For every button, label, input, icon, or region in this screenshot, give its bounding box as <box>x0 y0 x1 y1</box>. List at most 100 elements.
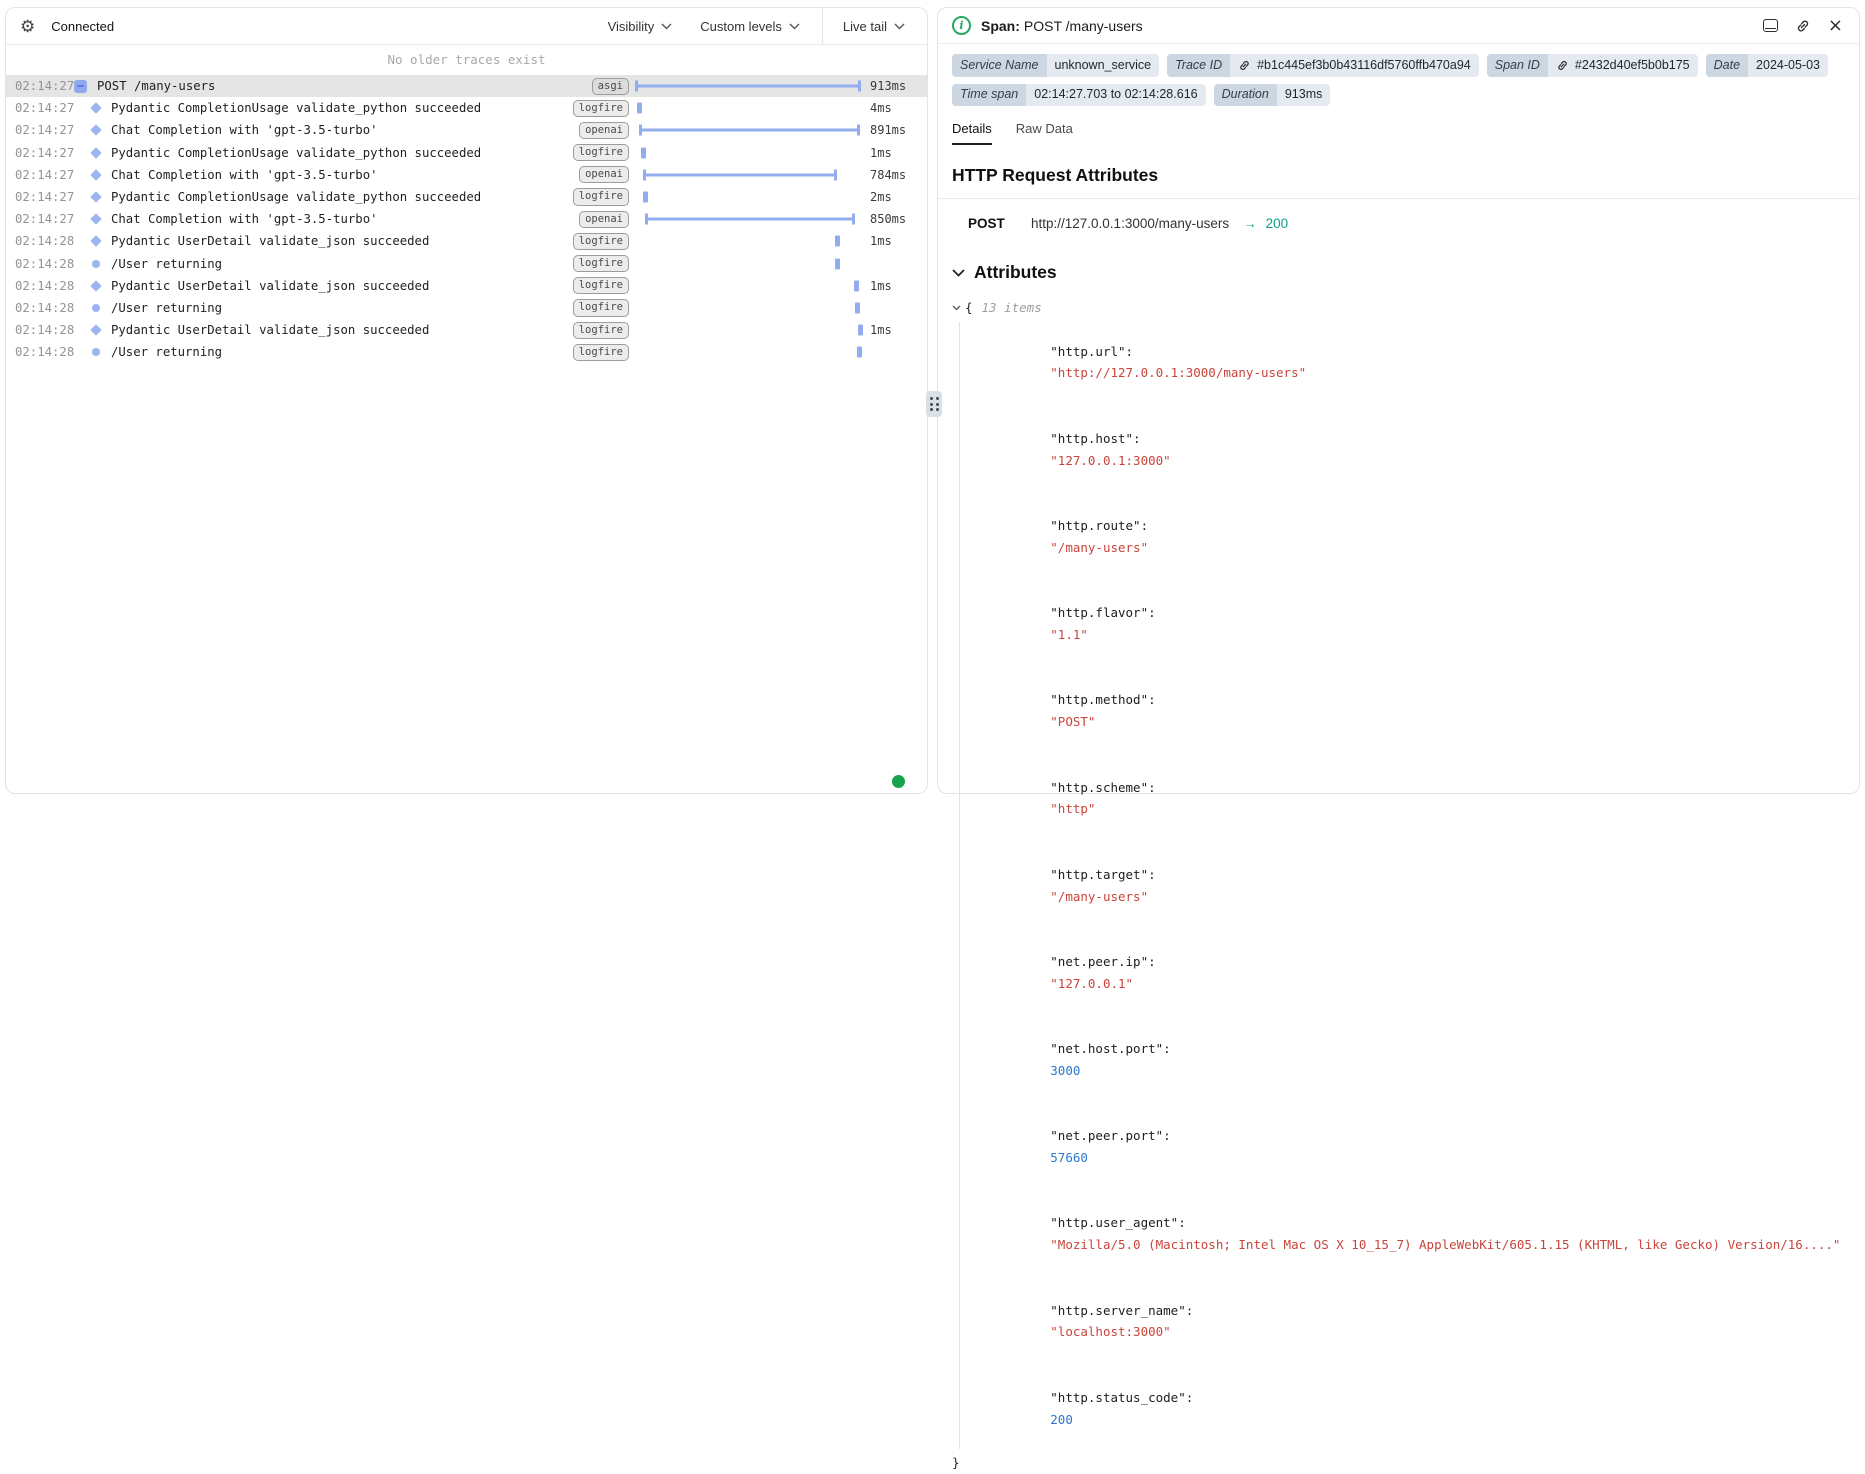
trace-label: Chat Completion with 'gpt-3.5-turbo' <box>102 212 577 226</box>
panel-resize-handle[interactable] <box>926 391 942 417</box>
trace-timeline <box>635 275 861 297</box>
scope-tag[interactable]: openai <box>579 166 629 183</box>
attributes-json-viewer: { 13 items "http.url": "http://127.0.0.1… <box>952 297 1845 1474</box>
live-tail-dropdown[interactable]: Live tail <box>823 8 927 44</box>
meta-badge: Duration 913ms <box>1214 84 1331 107</box>
json-value: "localhost:3000" <box>1050 1324 1170 1339</box>
trace-tag-col: logfire <box>577 100 629 117</box>
trace-label: /User returning <box>102 301 577 315</box>
scope-tag[interactable]: logfire <box>573 144 629 161</box>
custom-levels-dropdown[interactable]: Custom levels <box>700 19 800 34</box>
trace-row[interactable]: 02:14:28 /User returning logfire <box>6 341 927 363</box>
visibility-dropdown[interactable]: Visibility <box>608 19 673 34</box>
json-entry: "http.status_code": 200 <box>975 1365 1845 1452</box>
json-key: "http.flavor": <box>1050 605 1155 620</box>
json-value: 200 <box>1050 1412 1073 1427</box>
trace-label: Pydantic CompletionUsage validate_python… <box>102 190 577 204</box>
trace-row[interactable]: 02:14:27 Pydantic CompletionUsage valida… <box>6 97 927 119</box>
attributes-section-toggle[interactable]: Attributes <box>952 262 1859 283</box>
badge-value-text: 02:14:27.703 to 02:14:28.616 <box>1034 86 1197 104</box>
json-value: "POST" <box>1050 714 1095 729</box>
chevron-down-icon[interactable] <box>952 305 961 311</box>
scope-tag[interactable]: logfire <box>573 299 629 316</box>
trace-row[interactable]: 02:14:27 Chat Completion with 'gpt-3.5-t… <box>6 208 927 230</box>
http-method: POST <box>968 216 1031 231</box>
trace-time: 02:14:28 <box>6 257 66 271</box>
detail-tab[interactable]: Raw Data <box>1016 121 1073 145</box>
trace-duration: 1ms <box>861 323 927 337</box>
span-kind-icon <box>92 304 100 312</box>
trace-duration: 4ms <box>861 101 927 115</box>
trace-label: Pydantic UserDetail validate_json succee… <box>102 279 577 293</box>
trace-row[interactable]: 02:14:28 Pydantic UserDetail validate_js… <box>6 230 927 252</box>
trace-tag-col: openai <box>577 122 629 139</box>
trace-label: /User returning <box>102 257 577 271</box>
badge-value-text: 2024-05-03 <box>1756 57 1820 75</box>
trace-icon-wrap <box>66 326 102 334</box>
trace-duration: 850ms <box>861 212 927 226</box>
dock-panel-icon[interactable] <box>1763 19 1778 32</box>
trace-time: 02:14:27 <box>6 212 66 226</box>
detail-tab[interactable]: Details <box>952 121 992 145</box>
json-value: "/many-users" <box>1050 540 1148 555</box>
badge-value: #2432d40ef5b0b175 <box>1548 54 1698 77</box>
trace-row[interactable]: 02:14:27 Pydantic CompletionUsage valida… <box>6 186 927 208</box>
trace-row[interactable]: 02:14:27 Chat Completion with 'gpt-3.5-t… <box>6 164 927 186</box>
span-kind-icon <box>90 280 101 291</box>
scope-tag[interactable]: logfire <box>573 322 629 339</box>
span-meta-badges: Service Name unknown_service Trace ID #b… <box>938 44 1859 106</box>
scope-tag[interactable]: logfire <box>573 344 629 361</box>
scope-tag[interactable]: logfire <box>573 277 629 294</box>
scope-tag[interactable]: logfire <box>573 255 629 272</box>
json-entry: "http.flavor": "1.1" <box>975 580 1845 667</box>
trace-tag-col: logfire <box>577 144 629 161</box>
badge-label: Span ID <box>1487 54 1548 77</box>
trace-row[interactable]: 02:14:27 POST /many-users asgi 913ms <box>6 75 927 97</box>
span-kind-icon <box>92 260 100 268</box>
trace-tag-col: logfire <box>577 233 629 250</box>
span-kind-icon <box>90 191 101 202</box>
trace-timeline <box>635 119 861 141</box>
scope-tag[interactable]: logfire <box>573 100 629 117</box>
duration-bar <box>639 125 860 136</box>
scope-tag[interactable]: logfire <box>573 188 629 205</box>
duration-bar <box>641 147 646 158</box>
open-brace: { <box>965 297 973 319</box>
trace-tag-col: logfire <box>577 255 629 272</box>
scope-tag[interactable]: asgi <box>592 78 629 95</box>
json-entry: "net.host.port": 3000 <box>975 1016 1845 1103</box>
trace-timeline <box>635 142 861 164</box>
http-url: http://127.0.0.1:3000/many-users <box>1031 216 1229 231</box>
duration-bar <box>835 258 840 269</box>
trace-time: 02:14:28 <box>6 234 66 248</box>
close-icon[interactable]: × <box>1828 17 1843 35</box>
duration-bar <box>855 302 860 313</box>
duration-bar <box>643 169 837 180</box>
trace-row[interactable]: 02:14:27 Chat Completion with 'gpt-3.5-t… <box>6 119 927 141</box>
trace-row[interactable]: 02:14:28 Pydantic UserDetail validate_js… <box>6 275 927 297</box>
link-icon[interactable] <box>1795 18 1811 34</box>
trace-duration: 1ms <box>861 279 927 293</box>
json-value: "/many-users" <box>1050 889 1148 904</box>
json-entry: "http.host": "127.0.0.1:3000" <box>975 406 1845 493</box>
link-icon[interactable] <box>1238 59 1251 72</box>
trace-time: 02:14:27 <box>6 190 66 204</box>
scope-tag[interactable]: openai <box>579 122 629 139</box>
trace-tag-col: openai <box>577 211 629 228</box>
json-key: "net.peer.ip": <box>1050 954 1155 969</box>
trace-row[interactable]: 02:14:28 /User returning logfire <box>6 297 927 319</box>
trace-row[interactable]: 02:14:28 /User returning logfire <box>6 253 927 275</box>
trace-time: 02:14:27 <box>6 146 66 160</box>
trace-row[interactable]: 02:14:27 Pydantic CompletionUsage valida… <box>6 142 927 164</box>
json-key: "http.host": <box>1050 431 1140 446</box>
scope-tag[interactable]: openai <box>579 211 629 228</box>
link-icon[interactable] <box>1556 59 1569 72</box>
scope-tag[interactable]: logfire <box>573 233 629 250</box>
trace-timeline <box>635 297 861 319</box>
gear-icon[interactable]: ⚙ <box>20 18 35 35</box>
json-close-line: } <box>952 1452 1845 1474</box>
duration-bar <box>854 280 859 291</box>
trace-row[interactable]: 02:14:28 Pydantic UserDetail validate_js… <box>6 319 927 341</box>
http-status-code: 200 <box>1266 216 1289 231</box>
trace-duration: 784ms <box>861 168 927 182</box>
